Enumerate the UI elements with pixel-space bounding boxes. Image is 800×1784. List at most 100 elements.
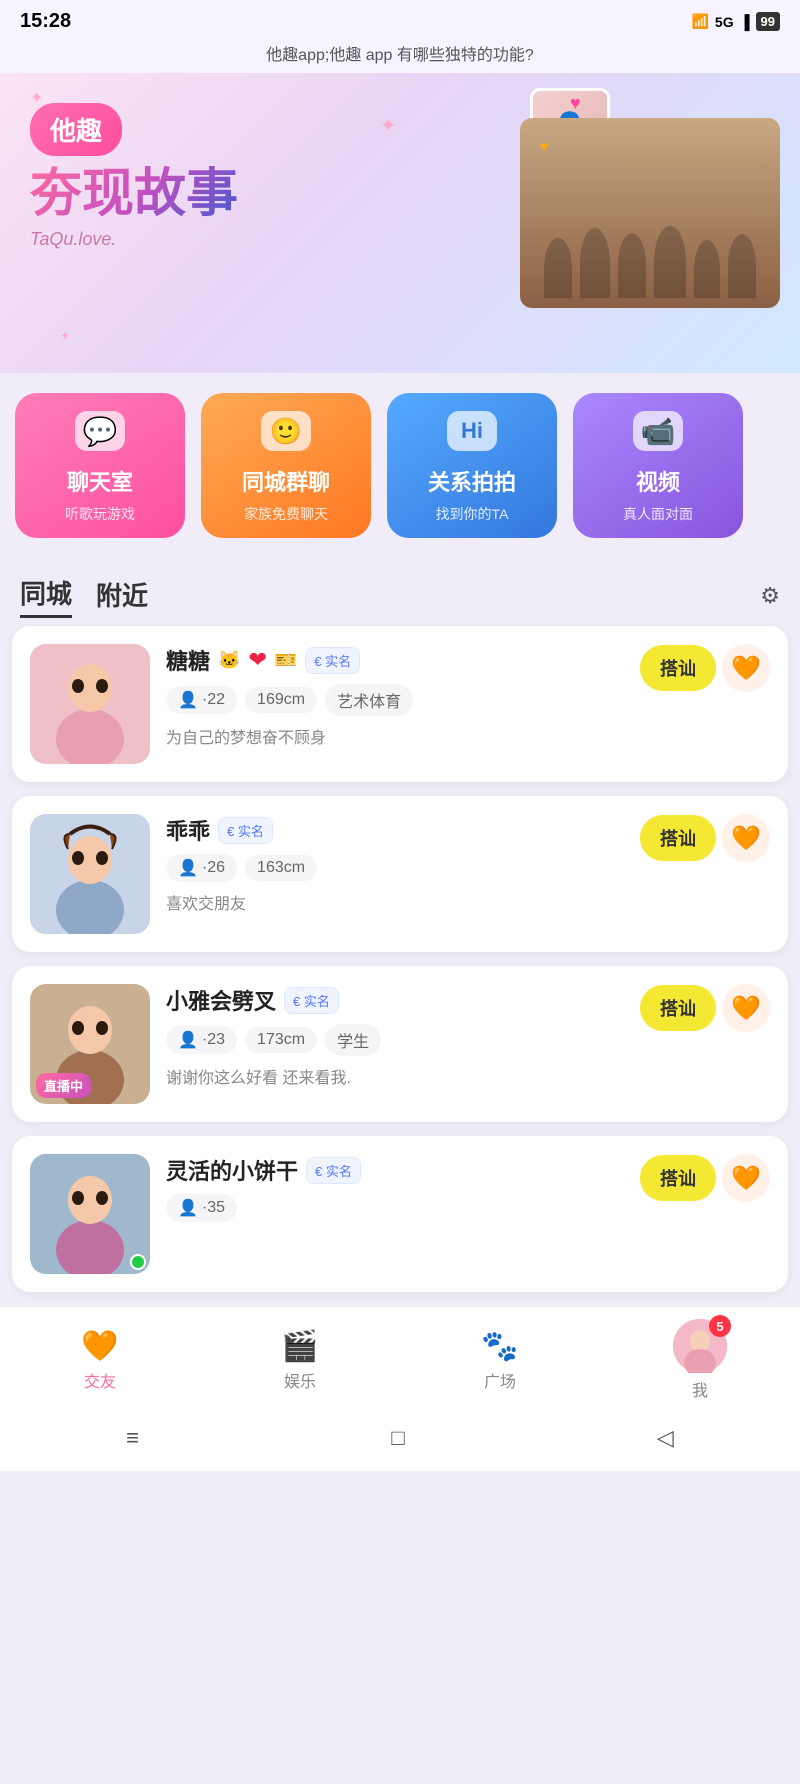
user1-height-tag: 169cm	[245, 687, 317, 713]
hero-badge: 他趣	[30, 103, 122, 156]
plaza-label: 广场	[484, 1368, 516, 1392]
card-action-2: 搭讪 🧡	[640, 814, 770, 862]
friends-icon: 🧡	[81, 1329, 118, 1364]
like-btn-1[interactable]: 🧡	[722, 644, 770, 692]
user-info-3: 小雅会劈叉 € 实名 👤 ·23 173cm 学生 谢谢你这么好看 还来看我.	[166, 984, 624, 1088]
user1-verified: € 实名	[305, 647, 360, 674]
user2-age-tag: 👤 ·26	[166, 854, 237, 882]
user4-age-tag: 👤 ·35	[166, 1194, 237, 1222]
video-name: 视频	[636, 465, 680, 497]
android-back-btn[interactable]: ◁	[657, 1425, 674, 1451]
user2-bio: 喜欢交朋友	[166, 890, 624, 914]
entertainment-icon: 🎬	[281, 1329, 318, 1364]
user-info-4: 灵活的小饼干 € 实名 👤 ·35	[166, 1154, 624, 1230]
age-icon2: 👤	[178, 858, 198, 878]
avatar-2	[30, 814, 150, 934]
user2-height-tag: 163cm	[245, 855, 317, 881]
user3-age-tag: 👤 ·23	[166, 1026, 237, 1054]
user1-age-tag: 👤 ·22	[166, 686, 237, 714]
tab-tongcheng[interactable]: 同城	[20, 574, 72, 618]
age-icon: 👤	[178, 690, 198, 710]
android-home-btn[interactable]: □	[391, 1425, 404, 1451]
deco-heart1: ♥	[570, 93, 581, 114]
card-action-1: 搭讪 🧡	[640, 644, 770, 692]
deco-star3: ✦	[60, 329, 70, 343]
user-card-3: 直播中 小雅会劈叉 € 实名 👤 ·23 173cm 学生 谢谢你这么好看 还来…	[12, 966, 788, 1122]
user-name-row-2: 乖乖 € 实名	[166, 814, 624, 846]
status-icons: 📶 5G ▐ 99	[691, 12, 780, 31]
relation-snap-icon: Hi	[447, 411, 497, 451]
profile-label: 我	[692, 1377, 708, 1401]
android-menu-btn[interactable]: ≡	[126, 1425, 139, 1451]
status-time: 15:28	[20, 10, 71, 33]
group-chat-icon: 🙂	[261, 411, 311, 451]
feature-video[interactable]: 📹 视频 真人面对面	[573, 393, 743, 538]
greet-btn-1[interactable]: 搭讪	[640, 645, 716, 691]
greet-btn-2[interactable]: 搭讪	[640, 815, 716, 861]
relation-snap-desc: 找到你的TA	[436, 504, 509, 524]
filter-settings-icon[interactable]: ⚙︎	[760, 583, 780, 609]
like-btn-2[interactable]: 🧡	[722, 814, 770, 862]
user2-verified: € 实名	[218, 817, 273, 844]
hero-text-area: 他趣 夯现故事 TaQu.love.	[30, 103, 238, 250]
greet-btn-4[interactable]: 搭讪	[640, 1155, 716, 1201]
like-btn-3[interactable]: 🧡	[722, 984, 770, 1032]
live-badge-3: 直播中	[36, 1073, 91, 1098]
relation-snap-name: 关系拍拍	[428, 465, 516, 497]
action-combined-3: 搭讪 🧡	[640, 984, 770, 1032]
user4-verified: € 实名	[306, 1157, 361, 1184]
plaza-icon: 🐾	[481, 1329, 518, 1364]
hero-banner: ✦ ✦ ✦ 他趣 夯现故事 TaQu.love. 👤 ♥	[0, 73, 800, 373]
user-name-3: 小雅会劈叉	[166, 984, 276, 1016]
hero-main-photo	[520, 118, 780, 308]
feature-group-chat[interactable]: 🙂 同城群聊 家族免费聊天	[201, 393, 371, 538]
user-card-1: 糖糖 🐱 ❤ 🎫 € 实名 👤 ·22 169cm 艺术体育 为自己的梦想奋不顾…	[12, 626, 788, 782]
signal-icon: ▐	[740, 14, 750, 30]
video-icon: 📹	[633, 411, 683, 451]
user-name-row-3: 小雅会劈叉 € 实名	[166, 984, 624, 1016]
hero-main-title: 夯现故事	[30, 166, 238, 223]
user4-tags: 👤 ·35	[166, 1194, 624, 1222]
action-combined-1: 搭讪 🧡	[640, 644, 770, 692]
action-combined-2: 搭讪 🧡	[640, 814, 770, 862]
nav-entertainment[interactable]: 🎬 娱乐	[250, 1329, 350, 1392]
nav-friends[interactable]: 🧡 交友	[50, 1329, 150, 1392]
nav-profile[interactable]: 5 我	[650, 1319, 750, 1401]
battery-indicator: 99	[756, 12, 780, 31]
avatar-wrap-1	[30, 644, 150, 764]
user3-tags: 👤 ·23 173cm 学生	[166, 1024, 624, 1056]
group-chat-name: 同城群聊	[242, 465, 330, 497]
nav-badge: 5	[709, 1315, 731, 1337]
user1-heart-icon: ❤	[248, 647, 266, 673]
user-name-4: 灵活的小饼干	[166, 1154, 298, 1186]
action-combined-4: 搭讪 🧡	[640, 1154, 770, 1202]
greet-btn-3[interactable]: 搭讪	[640, 985, 716, 1031]
user3-bio: 谢谢你这么好看 还来看我.	[166, 1064, 624, 1088]
sim-icon: 📶	[691, 13, 708, 30]
user1-interest-tag: 艺术体育	[325, 684, 413, 716]
entertainment-label: 娱乐	[284, 1368, 316, 1392]
hero-photo-collage: 👤 ♥ ♥	[480, 88, 780, 348]
user-name-2: 乖乖	[166, 814, 210, 846]
nav-plaza[interactable]: 🐾 广场	[450, 1329, 550, 1392]
deco-heart2: ♥	[540, 138, 548, 154]
user3-height-tag: 173cm	[245, 1027, 317, 1053]
user3-interest-tag: 学生	[325, 1024, 381, 1056]
online-dot-4	[130, 1254, 146, 1270]
status-bar: 15:28 📶 5G ▐ 99	[0, 0, 800, 39]
card-action-3: 搭讪 🧡	[640, 984, 770, 1032]
user2-tags: 👤 ·26 163cm	[166, 854, 624, 882]
tab-fujin[interactable]: 附近	[96, 576, 148, 617]
title-bar: 他趣app;他趣 app 有哪些独特的功能?	[0, 39, 800, 73]
chatroom-icon: 💬	[75, 411, 125, 451]
like-btn-4[interactable]: 🧡	[722, 1154, 770, 1202]
avatar-wrap-2	[30, 814, 150, 934]
age-icon3: 👤	[178, 1030, 198, 1050]
feature-relation-snap[interactable]: Hi 关系拍拍 找到你的TA	[387, 393, 557, 538]
user-name-row-4: 灵活的小饼干 € 实名	[166, 1154, 624, 1186]
feature-chatroom[interactable]: 💬 聊天室 听歌玩游戏	[15, 393, 185, 538]
avatar-wrap-3: 直播中	[30, 984, 150, 1104]
user1-badge-icon: 🎫	[275, 650, 297, 671]
network-label: 5G	[715, 14, 734, 30]
avatar-1	[30, 644, 150, 764]
